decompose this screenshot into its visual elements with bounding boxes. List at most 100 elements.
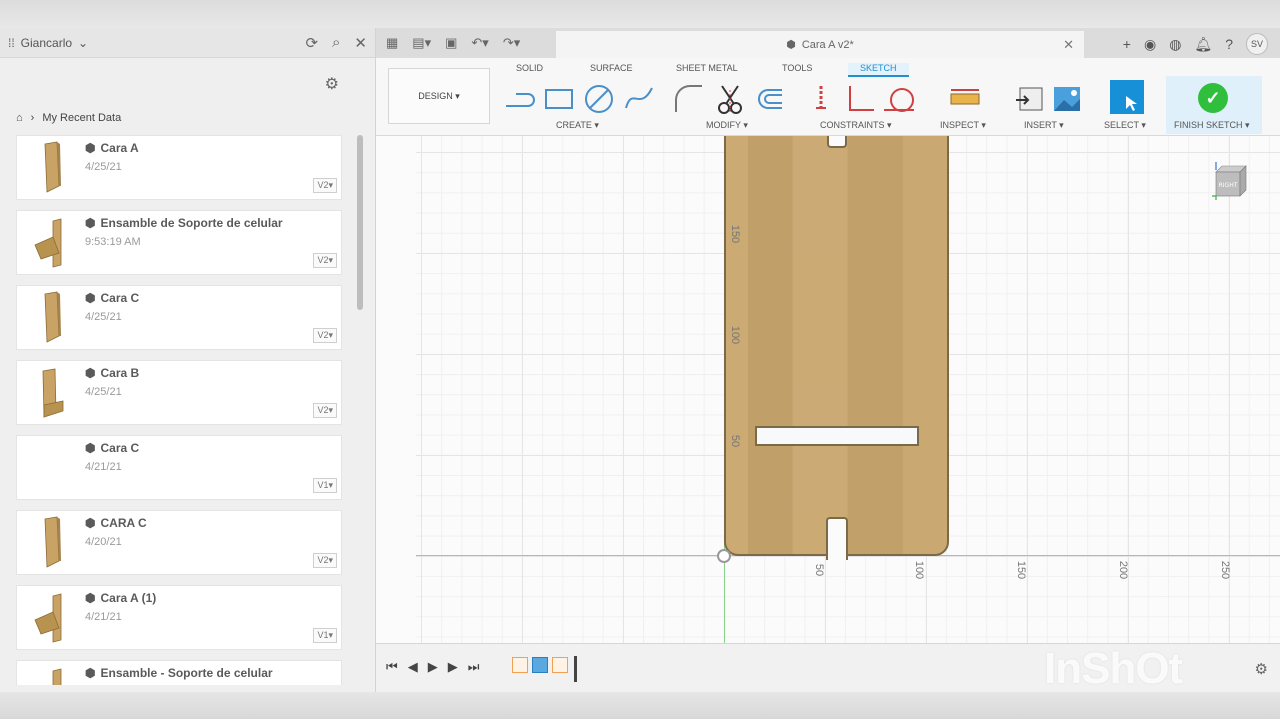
design-file-icon: ⬢ — [85, 291, 96, 305]
data-panel: ⁞⁞ Giancarlo ⌄ ⟳ ⌕ ✕ ⚙ ⌂ › My Recent Dat… — [0, 28, 376, 692]
sketch-canvas[interactable]: 150 100 50 50 100 150 200 250 RIGHT — [376, 136, 1280, 643]
trim-tool-icon[interactable] — [714, 82, 748, 116]
tab-sketch[interactable]: SKETCH — [848, 63, 909, 77]
tab-tools[interactable]: TOOLS — [782, 63, 812, 73]
avatar[interactable]: SV — [1246, 33, 1268, 55]
undo-icon[interactable]: ↶▾ — [471, 35, 488, 51]
step-back-icon[interactable]: ◀ — [408, 659, 418, 675]
measure-tool-icon[interactable] — [948, 82, 982, 116]
design-file-icon: ⬢ — [85, 366, 96, 380]
timeline-sketch-feature[interactable] — [512, 657, 528, 673]
insert-derive-icon[interactable] — [1012, 82, 1046, 116]
spline-tool-icon[interactable] — [622, 82, 656, 116]
design-date: 4/21/21 — [85, 461, 122, 473]
tangent-constraint-icon[interactable] — [882, 82, 916, 116]
refresh-icon[interactable]: ⟳ — [305, 34, 318, 52]
tab-solid[interactable]: SOLID — [516, 63, 543, 73]
version-badge[interactable]: V1▾ — [313, 628, 337, 643]
apps-grid-icon[interactable]: ▦ — [386, 35, 398, 51]
redo-icon[interactable]: ↷▾ — [503, 35, 520, 51]
file-menu-icon[interactable]: ▤▾ — [412, 35, 431, 51]
design-name-row: ⬢ Ensamble - Soporte de celular — [85, 666, 273, 680]
tab-sheet-metal[interactable]: SHEET METAL — [676, 63, 738, 73]
chevron-right-icon: › — [30, 112, 35, 124]
design-name: Cara C — [100, 291, 140, 305]
vertical-dimension-label: 50 — [729, 434, 742, 448]
version-badge[interactable]: V2▾ — [313, 328, 337, 343]
dimension-tool-icon[interactable] — [804, 82, 838, 116]
create-group-label[interactable]: CREATE ▾ — [556, 120, 599, 131]
tab-surface[interactable]: SURFACE — [590, 63, 633, 73]
extensions-icon[interactable]: ◉ — [1144, 36, 1156, 53]
design-file-icon: ⬢ — [85, 216, 96, 230]
bottom-notch[interactable] — [826, 517, 848, 560]
design-date: 4/21/21 — [85, 611, 122, 623]
list-item[interactable]: ⬢ Cara C 4/25/21 V2▾ — [16, 285, 342, 350]
workspace-switcher[interactable]: DESIGN ▾ — [388, 68, 490, 124]
origin-point[interactable] — [717, 549, 731, 563]
circle-tool-icon[interactable] — [582, 82, 616, 116]
list-item[interactable]: ⬢ Cara A (1) 4/21/21 V1▾ — [16, 585, 342, 650]
constraints-group-label[interactable]: CONSTRAINTS ▾ — [820, 120, 892, 131]
select-group-label[interactable]: SELECT ▾ — [1104, 120, 1146, 131]
horizontal-dimension-label: 250 — [1219, 560, 1232, 580]
close-icon[interactable]: ✕ — [354, 34, 367, 52]
list-item[interactable]: ⬢ Cara B 4/25/21 V2▾ — [16, 360, 342, 425]
save-icon[interactable]: ▣ — [445, 35, 457, 51]
go-to-end-icon[interactable]: ⏭ — [468, 659, 480, 675]
go-to-start-icon[interactable]: ⏮ — [386, 659, 398, 675]
list-item[interactable]: ⬢ Ensamble de Soporte de celular 9:53:19 A… — [16, 210, 342, 275]
viewcube[interactable]: RIGHT — [1210, 160, 1250, 202]
scrollbar[interactable] — [357, 135, 363, 310]
finish-sketch-label[interactable]: FINISH SKETCH ▾ — [1174, 120, 1250, 131]
breadcrumb-label[interactable]: My Recent Data — [42, 112, 121, 124]
new-tab-icon[interactable]: + — [1123, 36, 1131, 52]
list-item[interactable]: ⬢ Cara C 4/21/21 V1▾ — [16, 435, 342, 500]
timeline-settings-icon[interactable]: ⚙ — [1255, 660, 1268, 678]
timeline-marker[interactable] — [574, 656, 577, 682]
gear-icon[interactable]: ⚙ — [325, 74, 339, 94]
close-tab-icon[interactable]: ✕ — [1063, 37, 1074, 53]
home-icon[interactable]: ⌂ — [16, 112, 23, 124]
line-tool-icon[interactable] — [502, 82, 536, 116]
inspect-group-label[interactable]: INSPECT ▾ — [940, 120, 986, 131]
coincident-constraint-icon[interactable] — [844, 82, 878, 116]
sketch-profile-plate[interactable] — [724, 136, 949, 560]
help-icon[interactable]: ? — [1225, 36, 1233, 52]
design-thumbnail — [29, 590, 73, 646]
timeline-sketch-feature[interactable] — [552, 657, 568, 673]
design-thumbnail — [29, 515, 73, 571]
design-name: CARA C — [100, 516, 147, 530]
design-file-icon: ⬢ — [85, 666, 96, 680]
fillet-tool-icon[interactable] — [672, 82, 706, 116]
job-status-icon[interactable]: ◍ — [1169, 36, 1181, 53]
document-icon: ⬢ — [786, 39, 796, 51]
design-file-icon: ⬢ — [85, 141, 96, 155]
version-badge[interactable]: V2▾ — [313, 403, 337, 418]
modify-group-label[interactable]: MODIFY ▾ — [706, 120, 748, 131]
version-badge[interactable]: V2▾ — [313, 553, 337, 568]
list-item[interactable]: ⬢ Ensamble - Soporte de celular — [16, 660, 342, 685]
search-icon[interactable]: ⌕ — [332, 34, 340, 52]
tab-document[interactable]: ⬢ Cara A v2* ✕ — [556, 31, 1084, 58]
version-badge[interactable]: V2▾ — [313, 253, 337, 268]
notifications-icon[interactable]: 🔔︎ — [1194, 36, 1212, 53]
top-notch[interactable] — [827, 136, 847, 148]
insert-group-label[interactable]: INSERT ▾ — [1024, 120, 1064, 131]
recent-data-list: ⬢ Cara A 4/25/21 V2▾ ⬢ Ensamble de Soporte de… — [16, 135, 342, 685]
timeline-extrude-feature[interactable] — [532, 657, 548, 673]
tab-bar: ▦ ▤▾ ▣ ↶▾ ↷▾ ⬢ Cara A v2* ✕ + ◉ ◍ 🔔︎ ? S… — [376, 28, 1280, 58]
middle-slot[interactable] — [755, 426, 919, 446]
step-forward-icon[interactable]: ▶ — [448, 659, 458, 675]
list-item[interactable]: ⬢ Cara A 4/25/21 V2▾ — [16, 135, 342, 200]
team-selector[interactable]: ⁞⁞ Giancarlo ⌄ — [8, 36, 88, 50]
grid-menu-icon: ⁞⁞ — [8, 35, 15, 50]
rectangle-tool-icon[interactable] — [542, 82, 576, 116]
design-name-row: ⬢ Cara A (1) — [85, 591, 156, 605]
version-badge[interactable]: V1▾ — [313, 478, 337, 493]
version-badge[interactable]: V2▾ — [313, 178, 337, 193]
insert-image-icon[interactable] — [1050, 82, 1084, 116]
offset-tool-icon[interactable] — [754, 82, 788, 116]
list-item[interactable]: ⬢ CARA C 4/20/21 V2▾ — [16, 510, 342, 575]
play-icon[interactable]: ▶ — [428, 659, 438, 675]
